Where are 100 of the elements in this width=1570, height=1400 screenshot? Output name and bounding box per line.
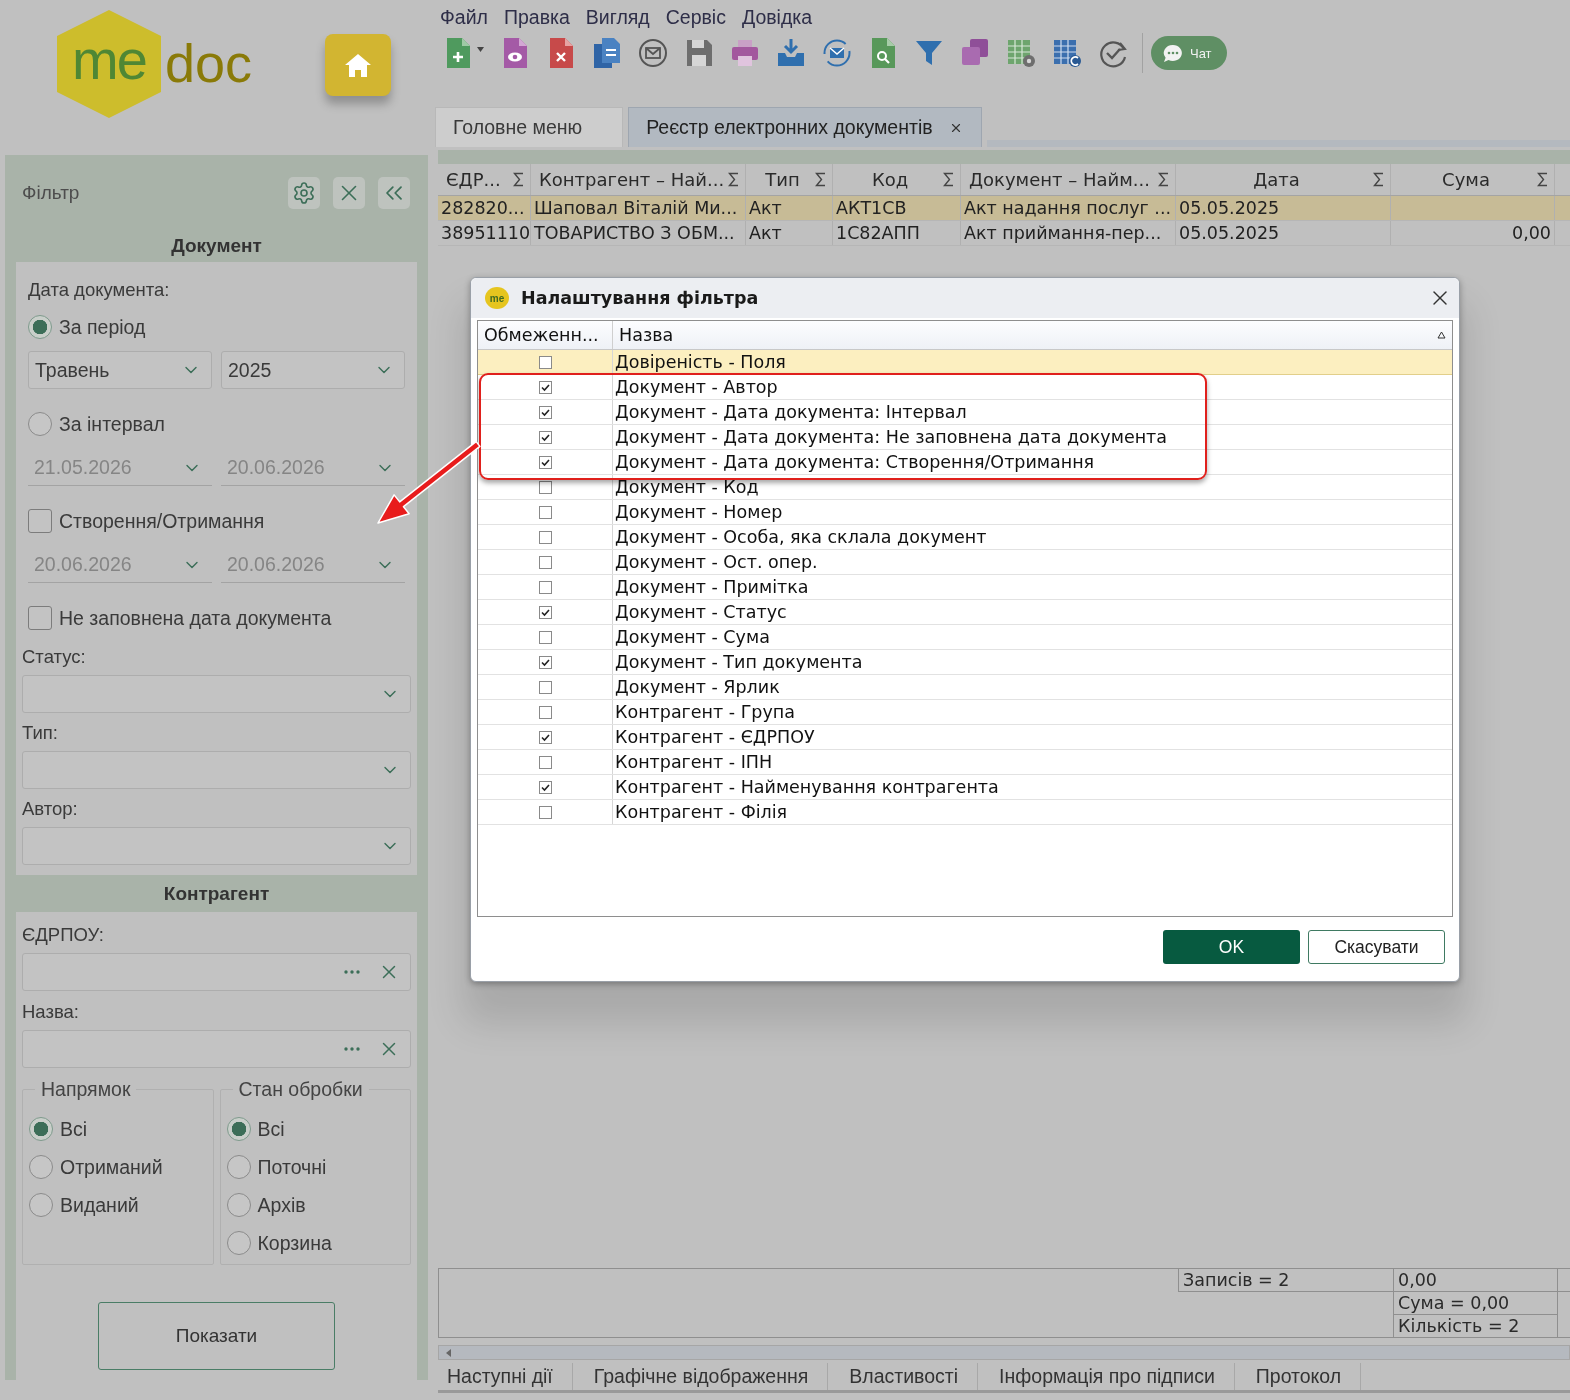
radio-button[interactable] bbox=[226, 1155, 251, 1179]
column-header[interactable]: Контрагент – Най... bbox=[539, 169, 725, 190]
radio-label[interactable]: За період bbox=[59, 315, 146, 339]
checkbox[interactable] bbox=[538, 780, 552, 794]
mail-sync-icon[interactable] bbox=[822, 37, 852, 69]
radio-label[interactable]: Всі bbox=[60, 1117, 88, 1141]
radio-button[interactable] bbox=[28, 412, 52, 436]
bottom-tab[interactable]: Інформація про підписи bbox=[978, 1363, 1235, 1390]
table-settings-icon[interactable] bbox=[1006, 37, 1036, 69]
home-button[interactable] bbox=[325, 34, 391, 96]
filter-row[interactable]: Документ - Дата документа: Не заповнена дата документа bbox=[478, 425, 1452, 450]
checkbox[interactable] bbox=[538, 705, 552, 719]
table-refresh-icon[interactable] bbox=[1052, 37, 1082, 69]
checkbox[interactable] bbox=[538, 380, 552, 394]
menu-item[interactable]: Файл bbox=[440, 5, 488, 29]
checkbox[interactable] bbox=[538, 805, 552, 819]
input-field[interactable] bbox=[22, 953, 411, 991]
download-tray-icon[interactable] bbox=[776, 37, 806, 69]
filter-row[interactable]: Документ - Особа, яка склала документ bbox=[478, 525, 1452, 550]
printer-icon[interactable] bbox=[730, 37, 760, 69]
checkbox[interactable] bbox=[538, 680, 552, 694]
checkbox[interactable] bbox=[28, 509, 52, 533]
bottom-tab[interactable]: Властивості bbox=[828, 1363, 979, 1390]
select-field[interactable]: 2025 bbox=[221, 351, 405, 389]
column-header[interactable]: Назва bbox=[619, 325, 1437, 345]
select-field[interactable] bbox=[22, 827, 411, 865]
checkbox[interactable] bbox=[28, 606, 52, 630]
save-icon[interactable] bbox=[684, 37, 714, 69]
checkbox[interactable] bbox=[538, 355, 552, 369]
menu-item[interactable]: Довідка bbox=[741, 5, 813, 29]
settings-button[interactable] bbox=[288, 176, 320, 209]
bottom-tab[interactable]: Протокол bbox=[1234, 1363, 1362, 1390]
mail-circle-icon[interactable] bbox=[638, 37, 668, 69]
radio-label[interactable]: Отриманий bbox=[60, 1155, 163, 1179]
checkbox[interactable] bbox=[538, 755, 552, 769]
tab[interactable]: Реєстр електронних документів bbox=[628, 107, 982, 147]
filter-row[interactable]: Документ - Дата документа: Створення/Отримання bbox=[478, 450, 1452, 475]
checkbox[interactable] bbox=[538, 730, 552, 744]
sort-ascending-icon[interactable] bbox=[1437, 331, 1446, 339]
more-icon[interactable] bbox=[344, 1047, 360, 1051]
radio-label[interactable]: Архів bbox=[257, 1193, 306, 1217]
filter-row[interactable]: Довіреність - Поля bbox=[478, 350, 1452, 375]
filter-row[interactable]: Документ - Примітка bbox=[478, 575, 1452, 600]
filter-row[interactable]: Контрагент - ІПН bbox=[478, 750, 1452, 775]
menu-item[interactable]: Сервіс bbox=[665, 5, 726, 29]
checkbox[interactable] bbox=[538, 555, 552, 569]
table-row[interactable]: 282820... Шаповал Віталій Ми... Акт АКТ1СВ Акт надання послуг ... 05.05.2025 bbox=[438, 196, 1570, 221]
radio-label[interactable]: Всі bbox=[257, 1117, 285, 1141]
horizontal-scrollbar[interactable] bbox=[438, 1345, 1570, 1360]
copy-documents-icon[interactable] bbox=[592, 37, 622, 69]
more-icon[interactable] bbox=[344, 970, 360, 974]
select-field[interactable]: Травень bbox=[28, 351, 212, 389]
radio-button[interactable] bbox=[28, 315, 52, 339]
checkbox[interactable] bbox=[538, 630, 552, 644]
filter-row[interactable]: Контрагент - ЄДРПОУ bbox=[478, 725, 1452, 750]
checkbox[interactable] bbox=[538, 580, 552, 594]
cancel-button[interactable]: Скасувати bbox=[1308, 930, 1445, 964]
radio-button[interactable] bbox=[226, 1117, 251, 1141]
radio-button[interactable] bbox=[226, 1193, 251, 1217]
checkbox[interactable] bbox=[538, 605, 552, 619]
column-header[interactable]: Дата bbox=[1184, 169, 1369, 190]
checkbox-label[interactable]: Створення/Отримання bbox=[59, 509, 265, 533]
radio-label[interactable]: Виданий bbox=[60, 1193, 139, 1217]
tab[interactable]: Головне меню bbox=[435, 107, 624, 147]
radio-button[interactable] bbox=[29, 1117, 53, 1141]
filter-row[interactable]: Документ - Дата документа: Інтервал bbox=[478, 400, 1452, 425]
collapse-button[interactable] bbox=[378, 176, 410, 209]
select-field[interactable] bbox=[22, 675, 411, 713]
column-header[interactable]: ЄДР... bbox=[446, 169, 509, 190]
checkbox[interactable] bbox=[538, 430, 552, 444]
column-header[interactable]: Сума bbox=[1399, 169, 1533, 190]
checkbox[interactable] bbox=[538, 655, 552, 669]
checkbox[interactable] bbox=[538, 530, 552, 544]
radio-label[interactable]: Корзина bbox=[257, 1231, 332, 1255]
radio-button[interactable] bbox=[226, 1231, 251, 1255]
filter-row[interactable]: Документ - Номер bbox=[478, 500, 1452, 525]
bottom-tab[interactable]: Наступні дії bbox=[438, 1363, 573, 1390]
filter-row[interactable]: Документ - Статус bbox=[478, 600, 1452, 625]
filter-row[interactable]: Документ - Сума bbox=[478, 625, 1452, 650]
table-row[interactable]: 38951110 ТОВАРИСТВО З ОБМ... Акт 1С82АПП Акт приймання-пер... 05.05.2025 0,00 bbox=[438, 221, 1570, 246]
column-header[interactable]: Код bbox=[841, 169, 939, 190]
filter-row[interactable]: Документ - Ярлик bbox=[478, 675, 1452, 700]
scroll-left-icon[interactable] bbox=[446, 1348, 451, 1357]
radio-button[interactable] bbox=[29, 1193, 53, 1217]
checkbox[interactable] bbox=[538, 455, 552, 469]
column-header[interactable]: Обмеженн... bbox=[484, 325, 606, 345]
radio-label[interactable]: Поточні bbox=[257, 1155, 327, 1179]
filter-row[interactable]: Документ - Тип документа bbox=[478, 650, 1452, 675]
radio-label[interactable]: За інтервал bbox=[59, 412, 165, 436]
ok-button[interactable]: OK bbox=[1163, 930, 1300, 964]
filter-row[interactable]: Документ - Автор bbox=[478, 375, 1452, 400]
dropdown-caret-icon[interactable] bbox=[477, 46, 484, 52]
filter-row[interactable]: Документ - Код bbox=[478, 475, 1452, 500]
filter-row[interactable]: Контрагент - Найменування контрагента bbox=[478, 775, 1452, 800]
menu-item[interactable]: Вигляд bbox=[585, 5, 650, 29]
radio-button[interactable] bbox=[29, 1155, 53, 1179]
bottom-tab[interactable]: Графічне відображення bbox=[572, 1363, 829, 1390]
select-field[interactable] bbox=[22, 751, 411, 789]
checkbox[interactable] bbox=[538, 480, 552, 494]
column-header[interactable]: Документ – Найм... bbox=[969, 169, 1154, 190]
